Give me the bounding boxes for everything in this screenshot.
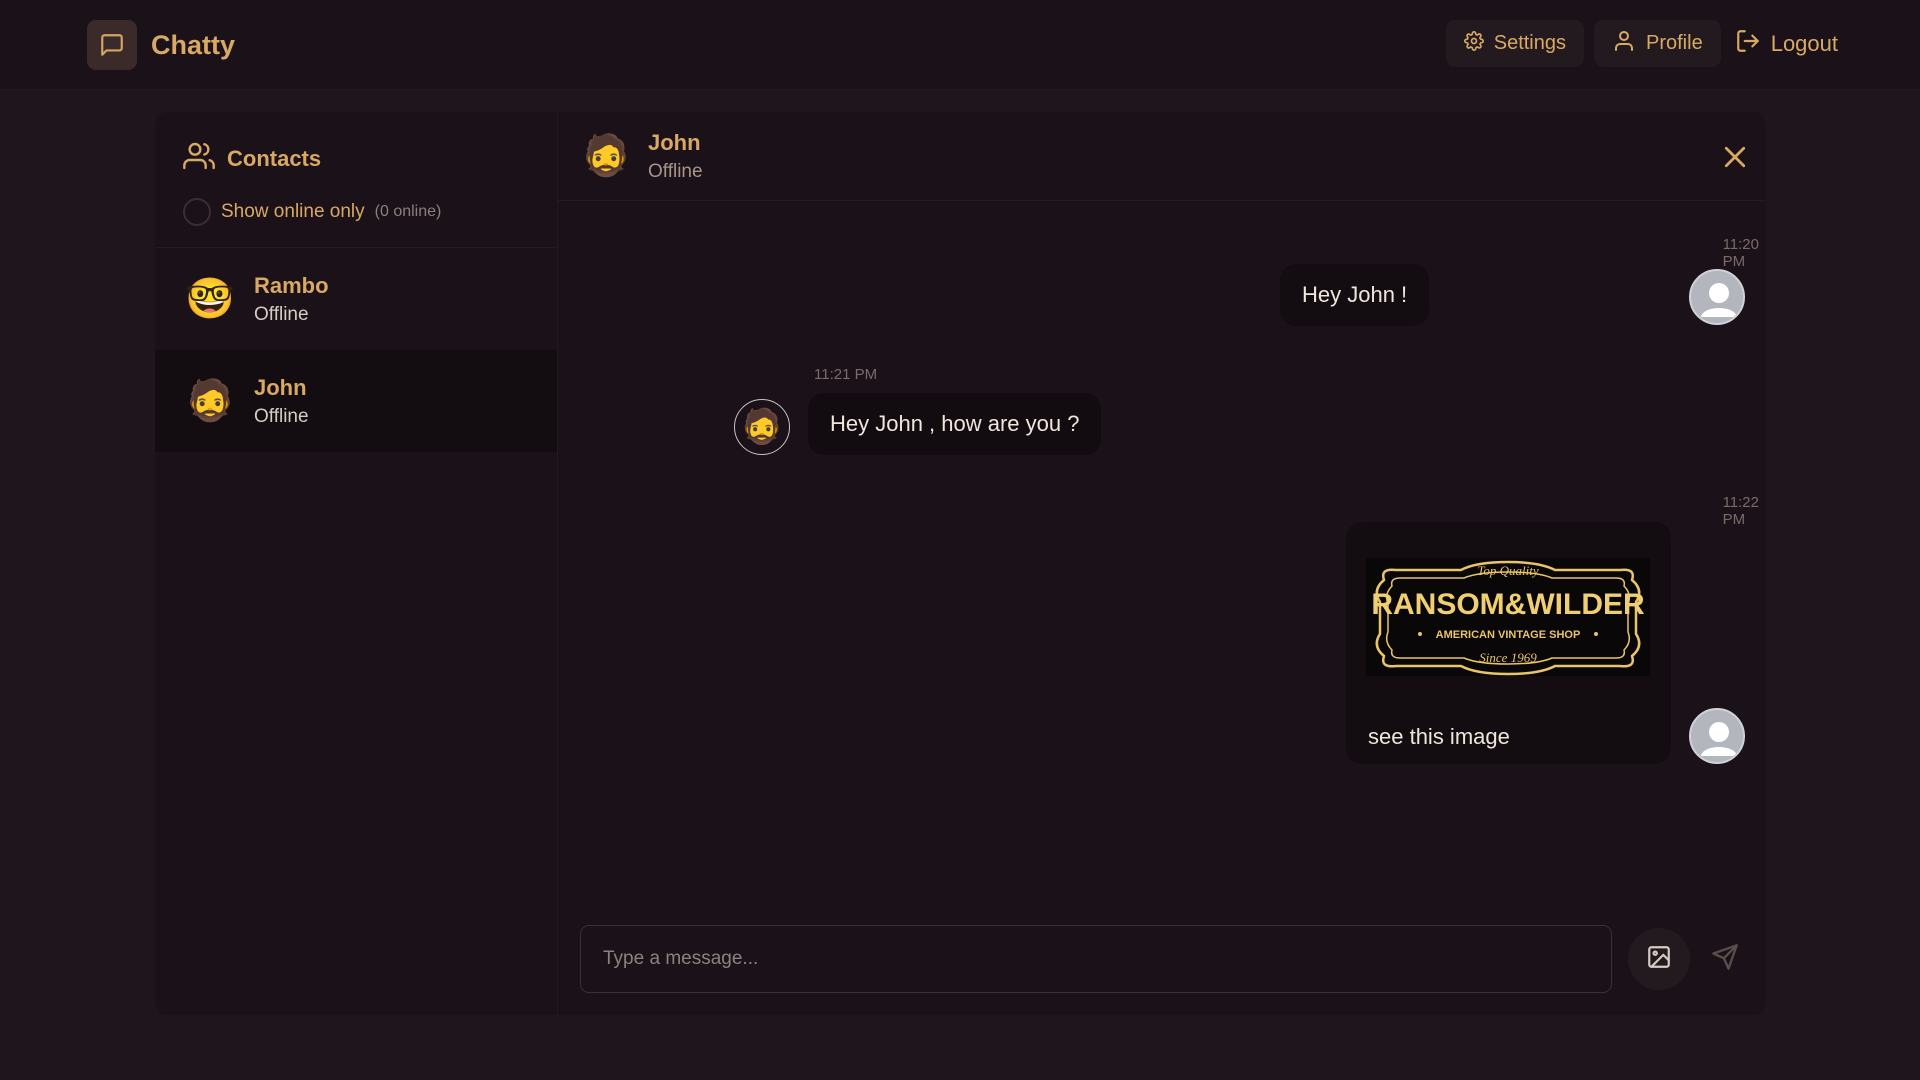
contact-item-john[interactable]: 🧔 John Offline (155, 350, 557, 452)
user-avatar (1689, 269, 1745, 325)
online-filter[interactable]: Show online only (0 online) (183, 198, 529, 226)
profile-label: Profile (1646, 32, 1703, 54)
chat-bubble-icon (87, 20, 137, 70)
contact-status: Offline (254, 405, 309, 427)
ransom-wilder-logo-image[interactable]: Top Quality RANSOM&WILDER AMERICAN VINTA… (1366, 558, 1650, 676)
message-input[interactable] (580, 925, 1612, 993)
contact-info: Rambo Offline (254, 273, 329, 326)
message-bubble-image: Top Quality RANSOM&WILDER AMERICAN VINTA… (1346, 522, 1671, 764)
chat-header: 🧔 John Offline (558, 112, 1766, 201)
chat-panel: 🧔 John Offline 11:20 PM Hey John ! 🧔 11:… (558, 112, 1766, 1015)
logout-button[interactable]: Logout (1731, 20, 1842, 67)
brand-link[interactable]: Chatty (87, 20, 235, 70)
show-online-label: Show online only (221, 201, 365, 222)
sidebar-header: Contacts Show online only (0 online) (155, 112, 557, 248)
settings-label: Settings (1493, 32, 1566, 54)
contact-name: Rambo (254, 272, 329, 298)
user-avatar (1689, 708, 1745, 764)
chat-app-card: Contacts Show online only (0 online) 🤓 R… (155, 112, 1766, 1015)
contacts-title-text: Contacts (227, 146, 322, 171)
user-icon (1612, 29, 1636, 59)
avatar: 🧔 (581, 134, 631, 178)
image-icon (1646, 944, 1672, 975)
message-bubble-incoming: Hey John , how are you ? (808, 393, 1102, 455)
nav-actions: Settings Profile Logout (1445, 20, 1842, 67)
contact-status: Offline (254, 303, 309, 325)
message-timestamp: 11:20 PM (1722, 236, 1759, 270)
chat-contact-status: Offline (648, 160, 703, 182)
send-icon (1711, 943, 1739, 976)
message-composer (580, 925, 1750, 993)
contacts-sidebar: Contacts Show online only (0 online) 🤓 R… (155, 112, 558, 1015)
chat-contact-name: John (648, 129, 701, 155)
avatar: 🤓 (185, 277, 235, 321)
top-navbar: Chatty Settings Profile Logout (0, 0, 1920, 90)
send-button[interactable] (1694, 928, 1756, 990)
online-count: (0 online) (374, 203, 442, 220)
users-icon (183, 140, 215, 178)
message-bubble-outgoing: Hey John ! (1280, 264, 1430, 326)
attach-image-button[interactable] (1628, 928, 1690, 990)
message-timestamp: 11:22 PM (1722, 494, 1759, 528)
gear-icon (1463, 30, 1484, 57)
show-online-checkbox[interactable] (183, 198, 211, 226)
logo-since-text: Since 1969 (1479, 650, 1537, 665)
profile-button[interactable]: Profile (1594, 20, 1721, 67)
logout-icon (1735, 28, 1761, 60)
settings-button[interactable]: Settings (1445, 20, 1584, 67)
contact-item-rambo[interactable]: 🤓 Rambo Offline (155, 248, 557, 350)
close-icon (1720, 146, 1750, 176)
logo-main-text: RANSOM&WILDER (1371, 588, 1645, 621)
avatar: 🧔 (734, 399, 790, 455)
chat-contact-info: John Offline (648, 130, 703, 183)
contact-name: John (254, 374, 307, 400)
app-name: Chatty (151, 29, 236, 60)
contact-info: John Offline (254, 375, 309, 428)
logout-label: Logout (1770, 30, 1838, 56)
logo-sub-text: AMERICAN VINTAGE SHOP (1436, 629, 1581, 641)
avatar: 🧔 (185, 379, 235, 423)
close-chat-button[interactable] (1720, 142, 1750, 172)
message-timestamp: 11:21 PM (814, 366, 878, 383)
image-caption: see this image (1368, 724, 1510, 749)
logo-top-text: Top Quality (1477, 563, 1539, 578)
contacts-title: Contacts (183, 140, 529, 178)
